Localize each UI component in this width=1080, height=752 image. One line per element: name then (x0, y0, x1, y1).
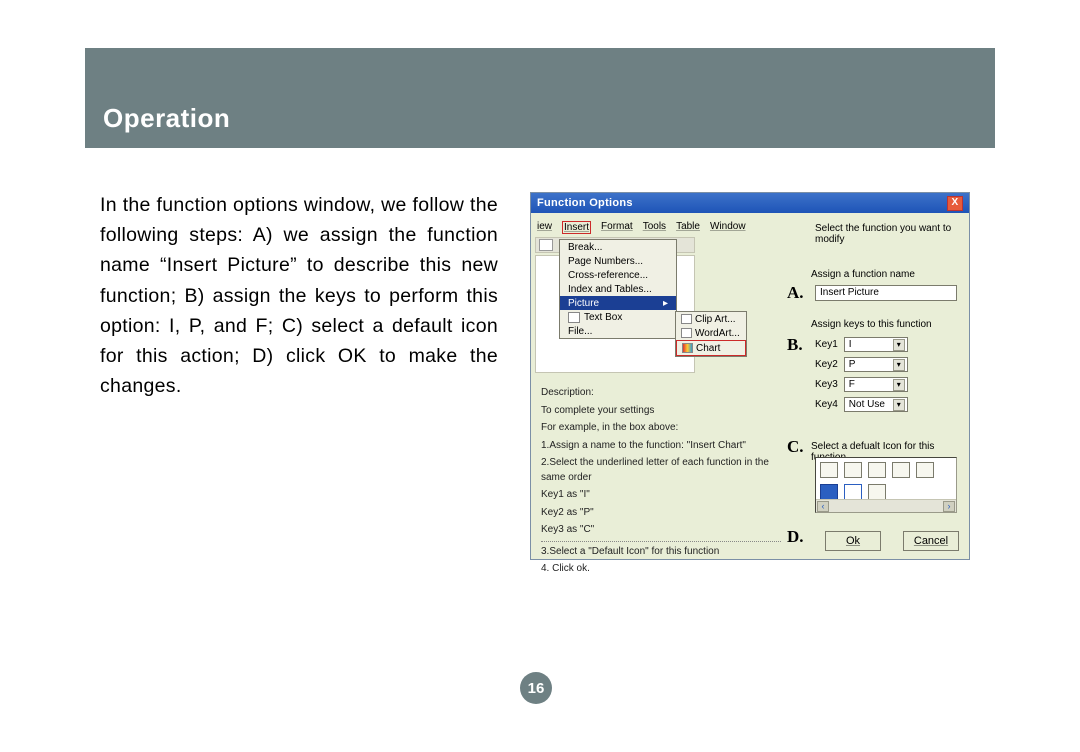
menu-item-index-tables[interactable]: Index and Tables... (560, 282, 676, 296)
icon-option[interactable] (820, 462, 838, 478)
page-number: 16 (520, 672, 552, 704)
key1-label: Key1 (815, 339, 838, 350)
desc-heading: Description: (541, 386, 781, 401)
menu-table[interactable]: Table (676, 221, 700, 234)
icon-scrollbar[interactable]: ‹ › (816, 499, 956, 512)
key4-value: Not Use (849, 399, 885, 410)
icon-option[interactable] (868, 484, 886, 500)
icon-option[interactable] (844, 462, 862, 478)
menu-item-picture-label: Picture (568, 298, 599, 309)
ok-button-label: Ok (846, 535, 860, 547)
dialog-body: iew Insert Format Tools Table Window Bre… (531, 213, 969, 559)
menu-item-break[interactable]: Break... (560, 240, 676, 254)
key2-row: Key2 P▾ (815, 357, 908, 372)
icon-option[interactable] (844, 484, 862, 500)
ok-button[interactable]: Ok (825, 531, 881, 551)
key2-value: P (849, 359, 856, 370)
wordart-icon (681, 328, 692, 338)
menu-format[interactable]: Format (601, 221, 633, 234)
desc-line: To complete your settings (541, 404, 781, 419)
assign-name-label: Assign a function name (811, 269, 915, 280)
menu-window[interactable]: Window (710, 221, 746, 234)
cancel-button-label: Cancel (914, 535, 948, 547)
desc-line: 2.Select the underlined letter of each f… (541, 456, 781, 485)
menu-item-text-box-label: Text Box (584, 312, 622, 323)
callout-D: D. (787, 527, 804, 547)
textbox-icon (568, 312, 580, 323)
icon-option[interactable] (916, 462, 934, 478)
key1-select[interactable]: I▾ (844, 337, 908, 352)
desc-line: For example, in the box above: (541, 421, 781, 436)
dialog-button-row: Ok Cancel (825, 531, 959, 551)
menu-tools[interactable]: Tools (643, 221, 666, 234)
key3-value: F (849, 379, 855, 390)
insert-menu-dropdown: Break... Page Numbers... Cross-reference… (559, 239, 677, 339)
dialog-titlebar: Function Options X (531, 193, 969, 213)
submenu-wordart[interactable]: WordArt... (676, 326, 746, 340)
clipart-icon (681, 314, 692, 324)
icon-option[interactable] (868, 462, 886, 478)
divider (541, 541, 781, 542)
body-paragraph: In the function options window, we follo… (100, 190, 498, 402)
scroll-left-icon[interactable]: ‹ (817, 501, 829, 512)
submenu-wordart-label: WordArt... (695, 328, 740, 339)
icon-option-selected[interactable] (820, 484, 838, 500)
key3-select[interactable]: F▾ (844, 377, 908, 392)
picture-submenu: Clip Art... WordArt... Chart (675, 311, 747, 357)
key1-row: Key1 I▾ (815, 337, 908, 352)
key4-row: Key4 Not Use ▾ (815, 397, 908, 412)
desc-line: 1.Assign a name to the function: "Insert… (541, 439, 781, 454)
menu-insert[interactable]: Insert (562, 221, 591, 234)
submenu-chart[interactable]: Chart (676, 340, 746, 356)
menu-item-cross-reference[interactable]: Cross-reference... (560, 268, 676, 282)
chart-icon (682, 343, 693, 353)
dialog-title: Function Options (537, 197, 633, 209)
icon-grid (816, 458, 956, 504)
menu-view[interactable]: iew (537, 221, 552, 234)
menu-item-text-box[interactable]: Text Box (560, 310, 676, 324)
submenu-clipart-label: Clip Art... (695, 314, 736, 325)
submenu-clipart[interactable]: Clip Art... (676, 312, 746, 326)
key3-label: Key3 (815, 379, 838, 390)
key1-value: I (849, 339, 852, 350)
submenu-chart-label: Chart (696, 343, 720, 354)
callout-B: B. (787, 335, 803, 355)
key4-select[interactable]: Not Use ▾ (844, 397, 908, 412)
chevron-down-icon: ▾ (893, 359, 905, 371)
key2-label: Key2 (815, 359, 838, 370)
menu-item-file[interactable]: File... (560, 324, 676, 338)
scroll-right-icon[interactable]: › (943, 501, 955, 512)
chevron-down-icon: ▾ (893, 399, 905, 411)
assign-keys-label: Assign keys to this function (811, 319, 932, 330)
close-button[interactable]: X (947, 196, 963, 211)
submenu-arrow-icon: ▸ (663, 298, 668, 309)
desc-line: Key1 as "I" (541, 488, 781, 503)
desc-line: Key3 as "C" (541, 523, 781, 538)
function-options-dialog: Function Options X iew Insert Format Too… (530, 192, 970, 560)
desc-line: 4. Click ok. (541, 562, 781, 577)
app-menubar: iew Insert Format Tools Table Window (537, 221, 746, 234)
banner-title: Operation (103, 103, 230, 134)
icon-picker[interactable]: ‹ › (815, 457, 957, 513)
description-block: Description: To complete your settings F… (541, 383, 781, 577)
select-function-label: Select the function you want to modify (815, 223, 969, 245)
key2-select[interactable]: P▾ (844, 357, 908, 372)
menu-item-page-numbers[interactable]: Page Numbers... (560, 254, 676, 268)
desc-line: Key2 as "P" (541, 506, 781, 521)
callout-A: A. (787, 283, 804, 303)
key3-row: Key3 F▾ (815, 377, 908, 392)
icon-option[interactable] (892, 462, 910, 478)
page-banner: Operation (85, 48, 995, 148)
desc-line: 3.Select a "Default Icon" for this funct… (541, 545, 781, 560)
key4-label: Key4 (815, 399, 838, 410)
chevron-down-icon: ▾ (893, 379, 905, 391)
menu-item-picture[interactable]: Picture ▸ (560, 296, 676, 310)
cancel-button[interactable]: Cancel (903, 531, 959, 551)
toolbar-icon[interactable] (539, 239, 553, 251)
chevron-down-icon: ▾ (893, 339, 905, 351)
callout-C: C. (787, 437, 804, 457)
function-name-input[interactable]: Insert Picture (815, 285, 957, 301)
